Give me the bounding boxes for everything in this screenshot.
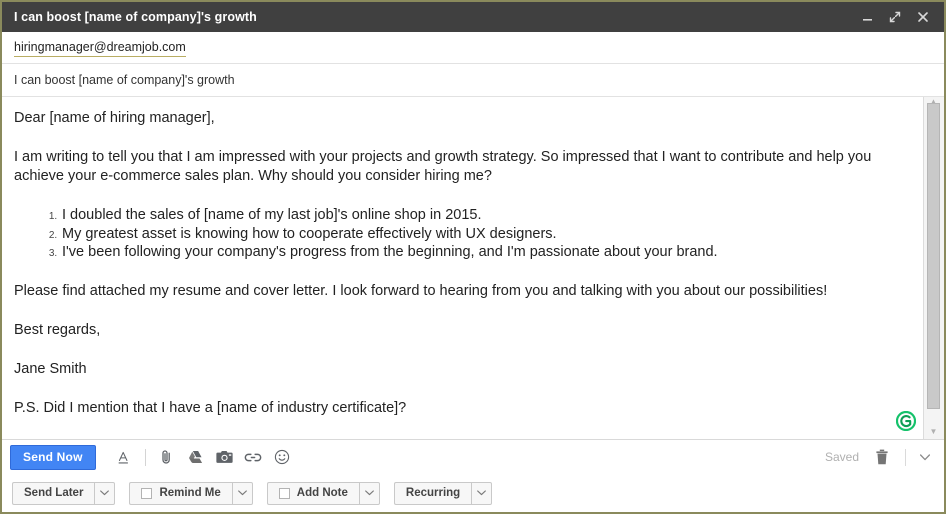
- body-closing: Best regards,: [14, 321, 101, 338]
- add-note-checkbox[interactable]: [278, 487, 290, 499]
- body-numbered-list: I doubled the sales of [name of my last …: [14, 206, 909, 262]
- add-note-main[interactable]: Add Note: [266, 481, 359, 505]
- boomerang-toolbar: Send Later Remind Me Add Note Recurring: [2, 474, 944, 512]
- message-body-area: Dear [name of hiring manager], I am writ…: [2, 97, 944, 440]
- compose-tool-icons: [110, 445, 297, 469]
- add-note-label: Add Note: [296, 487, 348, 499]
- scrollbar-thumb[interactable]: [927, 103, 940, 409]
- insert-photo-icon[interactable]: [210, 445, 239, 469]
- body-intro-paragraph: I am writing to tell you that I am impre…: [14, 149, 872, 184]
- minimize-button[interactable]: [860, 10, 874, 24]
- grammarly-badge-icon[interactable]: [895, 410, 917, 432]
- recipient-row[interactable]: hiringmanager@dreamjob.com: [2, 32, 944, 64]
- message-body[interactable]: Dear [name of hiring manager], I am writ…: [2, 97, 923, 439]
- remind-me-chevron-down-icon[interactable]: [231, 481, 253, 505]
- recurring-label: Recurring: [405, 487, 461, 499]
- recurring-button[interactable]: Recurring: [393, 481, 493, 505]
- body-signature: Jane Smith: [14, 360, 87, 377]
- send-later-main[interactable]: Send Later: [12, 481, 95, 505]
- google-drive-icon[interactable]: [181, 445, 210, 469]
- body-attachment-note: Please find attached my resume and cover…: [14, 282, 828, 299]
- list-item: I've been following your company's progr…: [60, 243, 909, 262]
- send-now-button[interactable]: Send Now: [10, 444, 96, 470]
- insert-link-icon[interactable]: [239, 445, 268, 469]
- send-later-chevron-down-icon[interactable]: [94, 481, 116, 505]
- add-note-chevron-down-icon[interactable]: [358, 481, 380, 505]
- body-postscript: P.S. Did I mention that I have a [name o…: [14, 399, 407, 416]
- compose-action-toolbar: Send Now Saved: [2, 440, 944, 474]
- remind-me-label: Remind Me: [159, 487, 221, 499]
- remind-me-button[interactable]: Remind Me: [129, 481, 253, 505]
- saved-status: Saved: [824, 450, 859, 464]
- add-note-button[interactable]: Add Note: [266, 481, 380, 505]
- send-later-label: Send Later: [24, 487, 84, 499]
- to-field[interactable]: hiringmanager@dreamjob.com: [14, 39, 186, 57]
- recurring-chevron-down-icon[interactable]: [471, 481, 493, 505]
- subject-field[interactable]: I can boost [name of company]'s growth: [14, 73, 235, 87]
- insert-emoji-icon[interactable]: [268, 445, 297, 469]
- window-title: I can boost [name of company]'s growth: [14, 10, 257, 24]
- remind-me-checkbox[interactable]: [141, 487, 153, 499]
- list-item: I doubled the sales of [name of my last …: [60, 206, 909, 225]
- scroll-down-arrow-icon[interactable]: ▼: [928, 427, 939, 437]
- popout-button[interactable]: [888, 10, 902, 24]
- body-salutation: Dear [name of hiring manager],: [14, 110, 215, 126]
- list-item: My greatest asset is knowing how to coop…: [60, 225, 909, 244]
- more-options-chevron-down-icon[interactable]: [916, 447, 934, 467]
- compose-window: I can boost [name of company]'s growth h…: [0, 0, 946, 514]
- body-scrollbar[interactable]: ▲ ▼: [923, 97, 944, 439]
- subject-row[interactable]: I can boost [name of company]'s growth: [2, 64, 944, 97]
- format-text-icon[interactable]: [110, 445, 139, 469]
- toolbar-divider: [144, 448, 146, 466]
- close-button[interactable]: [916, 10, 930, 24]
- toolbar-divider: [905, 448, 906, 466]
- remind-me-main[interactable]: Remind Me: [129, 481, 232, 505]
- attach-file-icon[interactable]: [152, 445, 181, 469]
- title-bar: I can boost [name of company]'s growth: [2, 2, 944, 32]
- send-later-button[interactable]: Send Later: [12, 481, 116, 505]
- recurring-main[interactable]: Recurring: [393, 481, 472, 505]
- window-controls: [860, 10, 936, 24]
- trash-icon[interactable]: [871, 446, 893, 468]
